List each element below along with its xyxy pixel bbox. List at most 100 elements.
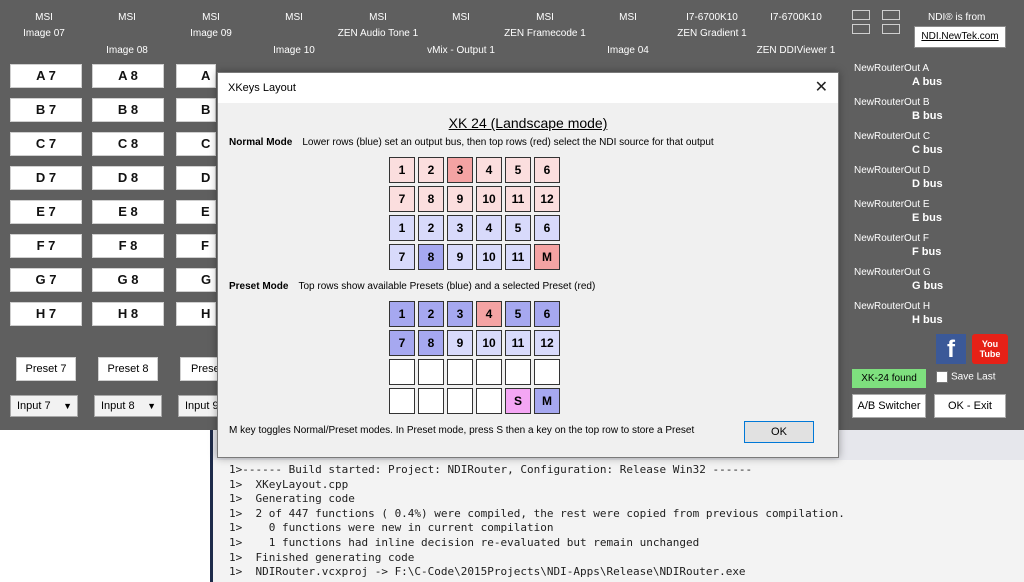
input-7-select[interactable]: Input 7 ▼: [10, 395, 78, 417]
preset-8-button[interactable]: Preset 8: [98, 357, 158, 381]
close-icon[interactable]: ✕: [815, 77, 828, 97]
preset-7-button[interactable]: Preset 7: [16, 357, 76, 381]
source-name-label: Image 09: [190, 28, 232, 39]
output-bus-label: A bus: [912, 76, 943, 88]
dialog-titlebar: XKeys Layout ✕: [218, 73, 838, 103]
input-9-select[interactable]: Input 9: [178, 395, 222, 417]
xkey-key: 7: [389, 186, 415, 212]
desktop-background: [0, 430, 210, 582]
xkey-key: 4: [476, 215, 502, 241]
output-name-label: NewRouterOut E: [854, 199, 930, 210]
save-last-checkbox[interactable]: Save Last: [936, 371, 995, 383]
xkey-key: 9: [447, 244, 473, 270]
output-bus-label: H bus: [912, 314, 943, 326]
xkey-key: 12: [534, 186, 560, 212]
youtube-icon[interactable]: You Tube: [972, 334, 1008, 364]
output-text: 1>------ Build started: Project: NDIRout…: [229, 463, 845, 580]
output-line: 1> NDIRouter.vcxproj -> F:\C-Code\2015Pr…: [229, 565, 746, 579]
route-button[interactable]: A 9: [176, 64, 216, 88]
xkey-key: 10: [476, 186, 502, 212]
xkey-key: 8: [418, 244, 444, 270]
input-9-value: Input 9: [185, 400, 219, 412]
route-button[interactable]: F 8: [92, 234, 164, 258]
route-button[interactable]: C 7: [10, 132, 82, 156]
route-button[interactable]: F 9: [176, 234, 216, 258]
output-name-label: NewRouterOut D: [854, 165, 931, 176]
ndi-credit-text: NDI® is from: [928, 12, 986, 23]
xkey-key: 1: [389, 301, 415, 327]
source-name-label: Image 04: [607, 45, 649, 56]
route-button[interactable]: G 7: [10, 268, 82, 292]
source-host-label: I7-6700K10: [770, 12, 822, 23]
xkey-key: 5: [505, 301, 531, 327]
route-button[interactable]: C 8: [92, 132, 164, 156]
route-button[interactable]: D 7: [10, 166, 82, 190]
route-button[interactable]: B 7: [10, 98, 82, 122]
xkey-key: [447, 388, 473, 414]
dialog-heading: XK 24 (Landscape mode): [448, 115, 608, 131]
input-8-select[interactable]: Input 8 ▼: [94, 395, 162, 417]
chevron-down-icon: ▼: [147, 401, 156, 411]
xkey-key: 5: [505, 157, 531, 183]
source-host-label: MSI: [118, 12, 136, 23]
route-button[interactable]: H 8: [92, 302, 164, 326]
facebook-icon[interactable]: f: [936, 334, 966, 364]
output-line: 1>------ Build started: Project: NDIRout…: [229, 463, 753, 476]
output-name-label: NewRouterOut B: [854, 97, 930, 108]
source-host-label: MSI: [369, 12, 387, 23]
route-button[interactable]: B 8: [92, 98, 164, 122]
mini-box-2: [882, 10, 900, 20]
source-name-label: ZEN Framecode 1: [504, 28, 586, 39]
route-button[interactable]: D 9: [176, 166, 216, 190]
xkey-key: [534, 359, 560, 385]
ndi-website-link[interactable]: NDI.NewTek.com: [914, 26, 1006, 48]
xkey-key: 6: [534, 157, 560, 183]
xkey-key: [389, 388, 415, 414]
xkey-key: 9: [447, 186, 473, 212]
ok-button[interactable]: OK: [744, 421, 814, 443]
source-host-label: MSI: [285, 12, 303, 23]
xkey-key: 2: [418, 157, 444, 183]
route-button[interactable]: C 9: [176, 132, 216, 156]
xkey-key: 9: [447, 330, 473, 356]
source-name-label: Image 07: [23, 28, 65, 39]
source-name-label: Image 10: [273, 45, 315, 56]
xkey-key: 8: [418, 186, 444, 212]
route-button[interactable]: F 7: [10, 234, 82, 258]
route-button[interactable]: A 8: [92, 64, 164, 88]
ab-switcher-button[interactable]: A/B Switcher: [852, 394, 926, 418]
route-button[interactable]: G 8: [92, 268, 164, 292]
save-last-label: Save Last: [951, 371, 996, 383]
xkey-key: 4: [476, 301, 502, 327]
route-button[interactable]: E 7: [10, 200, 82, 224]
output-line: 1> 2 of 447 functions ( 0.4%) were compi…: [229, 506, 845, 520]
preset-mode-label: Preset Mode: [229, 281, 289, 292]
source-host-label: I7-6700K10: [686, 12, 738, 23]
source-host-label: MSI: [452, 12, 470, 23]
preset-9-button[interactable]: Prese: [180, 357, 220, 381]
route-button[interactable]: H 7: [10, 302, 82, 326]
xkey-key: 7: [389, 244, 415, 270]
xkey-key: 10: [476, 244, 502, 270]
mini-box-4: [882, 24, 900, 34]
xkey-key: 7: [389, 330, 415, 356]
xkey-key: 6: [534, 215, 560, 241]
route-button[interactable]: G 9: [176, 268, 216, 292]
output-name-label: NewRouterOut H: [854, 301, 931, 312]
dialog-title: XKeys Layout: [228, 82, 296, 94]
mini-box-1: [852, 10, 870, 20]
output-bus-label: C bus: [912, 144, 943, 156]
output-name-label: NewRouterOut C: [854, 131, 931, 142]
source-name-label: ZEN Audio Tone 1: [337, 28, 419, 39]
checkbox-box[interactable]: [936, 371, 948, 383]
route-button[interactable]: B 9: [176, 98, 216, 122]
route-button[interactable]: E 8: [92, 200, 164, 224]
route-button[interactable]: D 8: [92, 166, 164, 190]
route-button[interactable]: H 9: [176, 302, 216, 326]
route-button[interactable]: A 7: [10, 64, 82, 88]
preset-mode-description: Top rows show available Presets (blue) a…: [298, 281, 596, 292]
ok-exit-button[interactable]: OK - Exit: [934, 394, 1006, 418]
input-8-value: Input 8: [101, 400, 135, 412]
normal-mode-label: Normal Mode: [229, 137, 293, 148]
route-button[interactable]: E 9: [176, 200, 216, 224]
